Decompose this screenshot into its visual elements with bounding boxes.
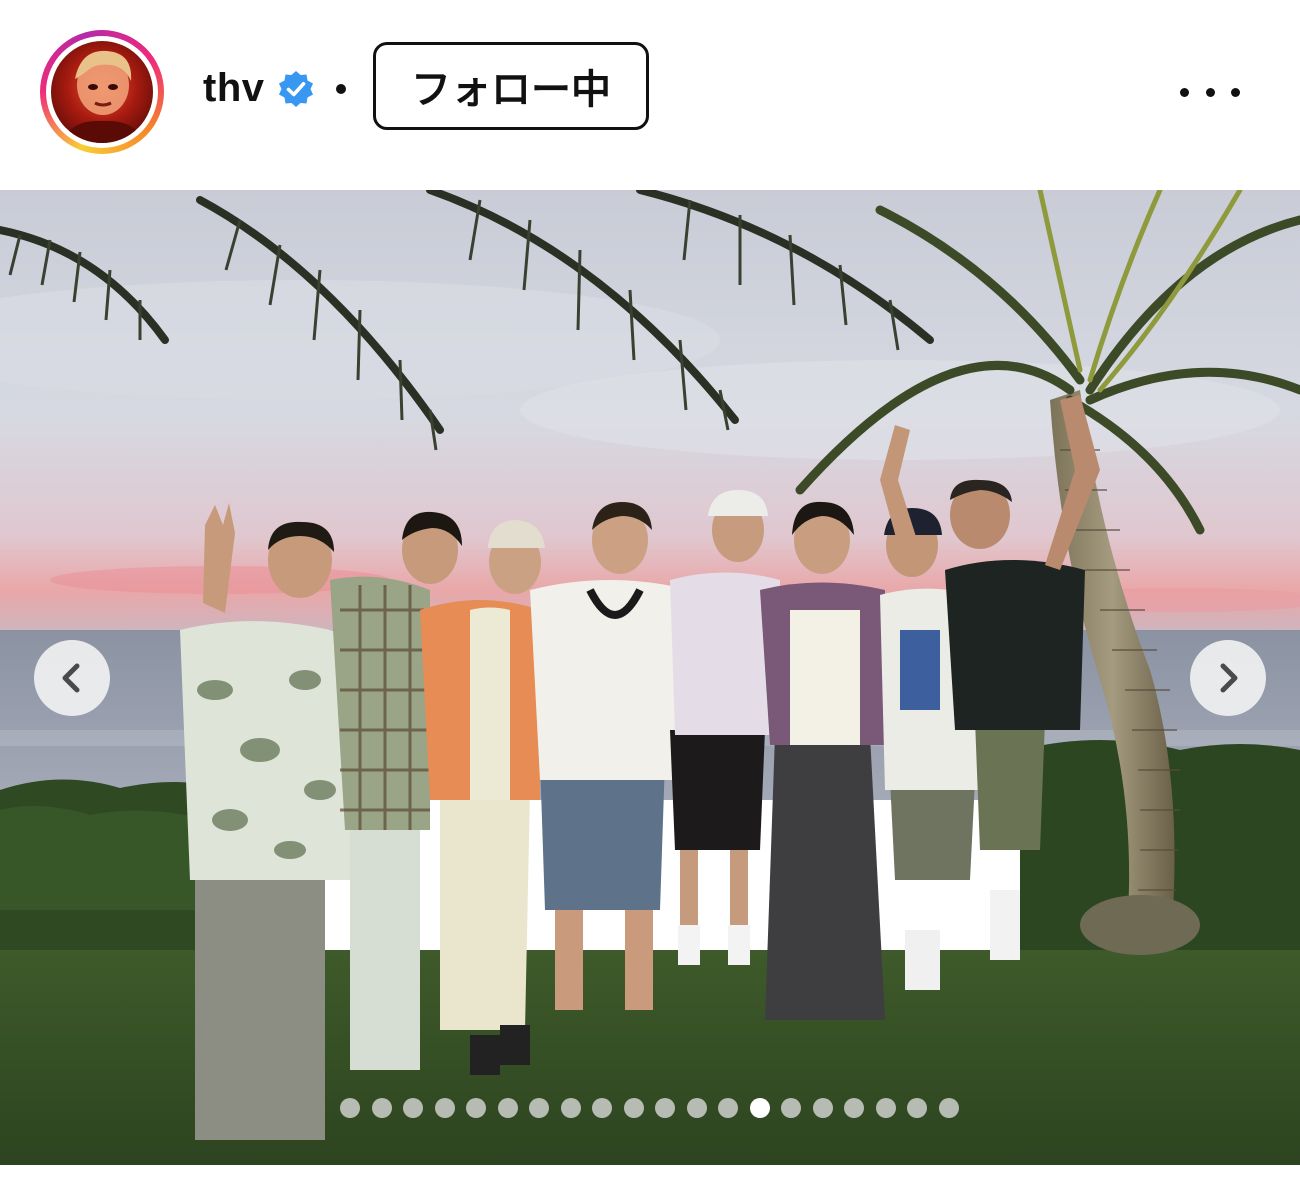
carousel-dot [655,1098,675,1118]
chevron-left-icon [62,663,80,693]
avatar[interactable] [51,41,153,143]
chevron-right-icon [1220,663,1238,693]
following-button[interactable]: フォロー中 [373,42,649,130]
carousel-dot [844,1098,864,1118]
carousel-dot [497,1098,518,1118]
story-ring[interactable] [40,30,164,154]
carousel-dot [875,1098,896,1118]
carousel-next-button[interactable] [1190,640,1266,716]
carousel-dot [560,1098,581,1118]
carousel-dot [340,1098,360,1118]
carousel-dot [529,1098,549,1118]
carousel-dot [781,1098,801,1118]
post-photo[interactable] [0,190,1300,1165]
carousel-prev-button[interactable] [34,640,110,716]
carousel-dot [718,1098,738,1118]
carousel-dot [686,1098,707,1118]
more-horizontal-icon [1180,87,1189,97]
carousel-dot [466,1098,486,1118]
verified-badge-icon [279,71,313,107]
carousel-dot [907,1098,927,1118]
separator-dot [336,84,346,94]
carousel-dot [371,1098,392,1118]
carousel-dot [623,1098,644,1118]
post-footer [0,1165,1300,1190]
group-photo-image [0,190,1300,1165]
more-options-button[interactable] [1180,80,1240,104]
avatar-image [61,50,145,143]
carousel-dot [812,1098,833,1118]
carousel-dot [592,1098,612,1118]
username[interactable]: thv [203,66,265,111]
carousel-dot [938,1098,959,1118]
post-header: thv フォロー中 [0,0,1300,188]
carousel-dot-active [749,1098,770,1118]
carousel-dot [434,1098,455,1118]
carousel-dot [403,1098,423,1118]
